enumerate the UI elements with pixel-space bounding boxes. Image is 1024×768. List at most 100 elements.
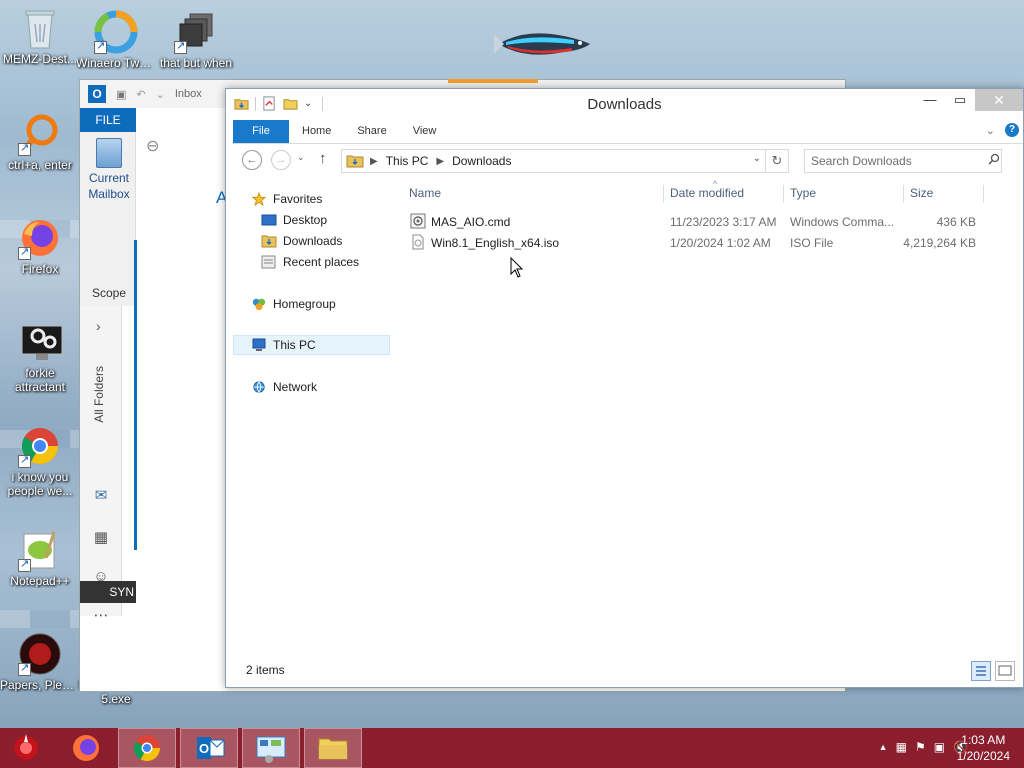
search-icon[interactable] — [988, 153, 1000, 165]
sync-status: SYN — [80, 581, 136, 603]
network-tray-icon[interactable]: ▦ — [896, 740, 907, 754]
mail-icon[interactable]: ✉ — [92, 486, 110, 504]
file-type: Windows Comma... — [790, 215, 895, 229]
desktop-icon-label: ctrl+a, enter — [8, 158, 72, 172]
desktop-icon-label: i know you people we... — [7, 470, 73, 498]
nav-label: Homegroup — [273, 297, 336, 311]
more-icon[interactable]: ⋯ — [92, 606, 110, 624]
taskbar-outlook[interactable]: O — [180, 728, 238, 768]
network-icon — [253, 381, 265, 394]
recent-locations-icon[interactable]: ⌄ — [297, 152, 305, 163]
outlook-file-tab[interactable]: FILE — [80, 108, 136, 132]
file-explorer-window[interactable]: ⌄ Downloads — ▭ ✕ File Home Share View ⌄… — [225, 88, 1024, 688]
nav-recent-places[interactable]: Recent places — [261, 252, 359, 272]
tab-view[interactable]: View — [400, 120, 450, 143]
desktop-icon-label: Notepad++ — [10, 574, 70, 588]
address-dropdown-icon[interactable]: ⌄ — [753, 153, 761, 164]
column-type[interactable]: Type — [790, 185, 816, 205]
forward-button[interactable]: → — [271, 150, 291, 170]
network-status-icon[interactable]: ▣ — [934, 740, 945, 754]
shortcut-arrow-icon — [18, 557, 31, 572]
breadcrumb-downloads[interactable]: Downloads — [452, 154, 511, 168]
nav-homegroup[interactable]: Homegroup — [251, 294, 336, 314]
details-view-button[interactable] — [971, 661, 991, 681]
column-divider[interactable] — [783, 185, 784, 203]
outlook-nav-buttons: ⊖ — [146, 136, 159, 156]
desktop-icon-label: forkie attractant — [14, 366, 66, 394]
all-folders-label[interactable]: All Folders — [92, 366, 106, 423]
large-icons-view-icon — [998, 665, 1012, 676]
help-icon[interactable]: ? — [1005, 123, 1019, 137]
tab-share[interactable]: Share — [344, 120, 399, 143]
dropdown-icon[interactable]: ⌄ — [156, 88, 165, 101]
item-count-status: 2 items — [246, 663, 285, 677]
column-name[interactable]: Name — [409, 185, 441, 205]
calendar-icon[interactable]: ▦ — [92, 528, 110, 546]
search-input[interactable]: Search Downloads — [804, 149, 1002, 173]
nav-network[interactable]: Network — [251, 377, 317, 397]
save-icon[interactable]: ▣ — [116, 88, 126, 101]
expand-ribbon-icon[interactable]: ⌄ — [986, 124, 995, 137]
back-button[interactable]: ← — [242, 150, 262, 170]
show-hidden-icons-icon[interactable]: ▲ — [879, 742, 888, 752]
action-center-flag-icon[interactable]: ⚑ — [915, 740, 926, 754]
large-icons-view-button[interactable] — [995, 661, 1015, 681]
desktop-icon-notepadpp[interactable]: Notepad++ — [0, 528, 80, 588]
downloads-folder-icon — [261, 235, 277, 248]
window-controls: — ▭ ✕ — [915, 89, 1023, 111]
desktop-icon-chrome[interactable]: i know you people we... — [0, 424, 80, 498]
column-divider[interactable] — [983, 185, 984, 203]
minimize-button[interactable]: — — [915, 89, 945, 111]
desktop-icon-forkie[interactable]: forkie attractant — [0, 320, 80, 394]
start-orb-icon — [14, 734, 38, 760]
nav-label: Network — [273, 380, 318, 394]
desktop-icon-recycle-bin[interactable]: MEMZ-Dest... — [0, 6, 80, 66]
file-explorer-icon — [318, 738, 348, 760]
people-icon[interactable]: ☺ — [92, 568, 110, 585]
nav-downloads[interactable]: Downloads — [261, 231, 342, 251]
nav-this-pc[interactable]: This PC — [233, 335, 390, 355]
outlook-folder-pane: › All Folders ✉ ▦ ☺ ⋯ — [80, 306, 122, 624]
maximize-button[interactable]: ▭ — [945, 89, 975, 111]
taskbar-clock[interactable]: 1:03 AM 1/20/2024 — [957, 732, 1010, 764]
nav-favorites[interactable]: Favorites — [251, 189, 322, 209]
up-button[interactable]: ↑ — [319, 150, 327, 167]
taskbar-firefox[interactable] — [58, 728, 116, 768]
back-icon[interactable]: ⊖ — [146, 138, 159, 155]
close-button[interactable]: ✕ — [975, 89, 1023, 111]
taskbar-control-panel[interactable] — [242, 728, 300, 768]
desktop-icon-firefox[interactable]: Firefox — [0, 216, 80, 276]
start-button[interactable] — [0, 728, 56, 768]
desktop-icon-that-but-when[interactable]: that but when — [156, 10, 236, 70]
undo-icon[interactable]: ↶ — [136, 88, 145, 101]
outlook-title: Inbox — [174, 88, 202, 100]
address-bar[interactable]: ▶ This PC ▶ Downloads ⌄ — [341, 149, 766, 173]
column-divider[interactable] — [663, 185, 664, 203]
breadcrumb-this-pc[interactable]: This PC — [386, 154, 429, 168]
desktop-icon-papers-please[interactable]: Papers, Please — [0, 632, 80, 692]
file-row[interactable]: Win8.1_English_x64.iso 1/20/2024 1:02 AM… — [409, 233, 979, 254]
chrome-icon — [133, 735, 161, 762]
current-mailbox-button[interactable]: Current Mailbox — [84, 134, 134, 202]
nav-label: Downloads — [283, 234, 343, 248]
tab-home[interactable]: Home — [289, 120, 344, 143]
taskbar: O ▲ ▦ ⚑ ▣ 🔇 1:03 AM 1/20/2024 — [0, 728, 1024, 768]
taskbar-file-explorer[interactable] — [304, 728, 362, 768]
refresh-button[interactable]: ↻ — [766, 149, 789, 173]
desktop-icon-ctrl-a-enter[interactable]: ctrl+a, enter — [0, 112, 80, 172]
nav-desktop[interactable]: Desktop — [261, 210, 327, 230]
column-size[interactable]: Size — [910, 185, 933, 205]
clock-date: 1/20/2024 — [956, 749, 1010, 763]
file-size: 436 KB — [936, 215, 976, 229]
explorer-titlebar[interactable]: ⌄ Downloads — ▭ ✕ — [226, 89, 1023, 120]
taskbar-chrome[interactable] — [118, 728, 176, 768]
column-date-modified[interactable]: Date modified — [670, 185, 744, 205]
desktop-icon-label: MEMZ-Dest... — [3, 52, 77, 66]
cmd-file-icon — [410, 213, 426, 229]
desktop-icon-winaero[interactable]: Winaero Tweaker — [76, 10, 156, 70]
file-row[interactable]: MAS_AIO.cmd 11/23/2023 3:17 AM Windows C… — [409, 212, 979, 233]
column-divider[interactable] — [903, 185, 904, 203]
chevron-right-icon[interactable]: › — [96, 318, 101, 334]
tab-file[interactable]: File — [233, 120, 289, 143]
desktop-folder-icon — [261, 214, 277, 226]
